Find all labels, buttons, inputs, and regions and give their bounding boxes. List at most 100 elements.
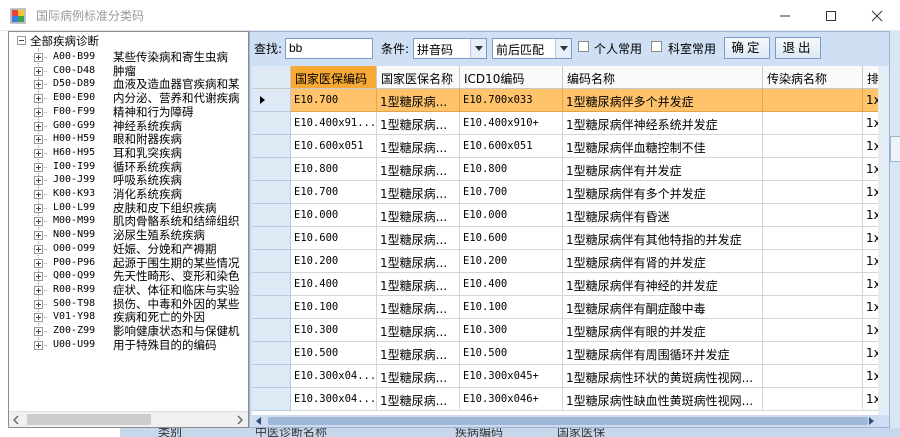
column-header[interactable]: 编码名称 bbox=[563, 66, 763, 89]
table-cell[interactable]: E10.300x045+ bbox=[460, 365, 563, 388]
table-cell[interactable]: E10.400 bbox=[460, 273, 563, 296]
table-cell[interactable] bbox=[763, 273, 863, 296]
chevron-down-icon[interactable] bbox=[470, 39, 486, 58]
table-cell[interactable]: 1型糖尿病伴有酮症酸中毒 bbox=[563, 296, 763, 319]
row-header[interactable] bbox=[252, 135, 291, 158]
tree-item[interactable]: D50-D89 血液及造血器官疾病和某 bbox=[9, 77, 248, 91]
match-mode-select[interactable]: 前后匹配 bbox=[492, 38, 572, 59]
tree-item[interactable]: H60-H95 耳和乳突疾病 bbox=[9, 146, 248, 160]
department-favorite-label[interactable]: 科室常用 bbox=[668, 40, 716, 57]
table-cell[interactable]: 1型糖尿病伴有肾的并发症 bbox=[563, 250, 763, 273]
tree-item[interactable]: Z00-Z99 影响健康状态和与保健机 bbox=[9, 324, 248, 338]
tree-item[interactable]: J00-J99 呼吸系统疾病 bbox=[9, 173, 248, 187]
table-cell[interactable]: 1x bbox=[863, 365, 878, 388]
row-header[interactable] bbox=[252, 365, 291, 388]
table-cell[interactable]: 1型糖尿病... bbox=[377, 89, 460, 112]
row-header[interactable] bbox=[252, 181, 291, 204]
tree-horizontal-scrollbar[interactable] bbox=[9, 411, 248, 427]
personal-favorite-label[interactable]: 个人常用 bbox=[594, 40, 642, 57]
tree-item[interactable]: R00-R99 症状、体征和临床与实验 bbox=[9, 283, 248, 297]
table-cell[interactable]: 1型糖尿病伴神经系统并发症 bbox=[563, 112, 763, 135]
expand-icon[interactable] bbox=[34, 272, 43, 282]
table-row[interactable]: E10.400x91... 1型糖尿病... E10.400x910+ 1型糖尿病伴神… bbox=[252, 112, 878, 135]
table-row[interactable]: E10.300x04... 1型糖尿病... E10.300x046+ 1型糖尿病性缺… bbox=[252, 388, 878, 411]
table-cell[interactable]: 1型糖尿病... bbox=[377, 388, 460, 411]
scroll-left-arrow[interactable] bbox=[9, 412, 25, 427]
column-header[interactable]: 国家医保名称 bbox=[377, 66, 460, 89]
row-header[interactable] bbox=[252, 319, 291, 342]
tree-item[interactable]: O00-O99 妊娠、分娩和产褥期 bbox=[9, 242, 248, 256]
close-button[interactable] bbox=[854, 0, 900, 31]
tree-item[interactable]: N00-N99 泌尿生殖系统疾病 bbox=[9, 228, 248, 242]
table-cell[interactable]: E10.000 bbox=[291, 204, 377, 227]
table-cell[interactable]: 1型糖尿病... bbox=[377, 181, 460, 204]
tree-item[interactable]: K00-K93 消化系统疾病 bbox=[9, 187, 248, 201]
expand-icon[interactable] bbox=[34, 176, 43, 186]
table-row[interactable]: E10.7001型糖尿病...E10.700x0331型糖尿病伴多个并发症 1x bbox=[252, 89, 878, 112]
table-cell[interactable]: 1型糖尿病... bbox=[377, 158, 460, 181]
table-cell[interactable] bbox=[763, 112, 863, 135]
table-cell[interactable]: E10.600x051 bbox=[291, 135, 377, 158]
table-cell[interactable] bbox=[763, 227, 863, 250]
scroll-thumb[interactable] bbox=[27, 414, 151, 425]
column-header[interactable]: ICD10编码 bbox=[460, 66, 563, 89]
table-row[interactable]: E10.1001型糖尿病...E10.1001型糖尿病伴有酮症酸中毒1x bbox=[252, 296, 878, 319]
table-cell[interactable]: E10.600x051 bbox=[460, 135, 563, 158]
table-cell[interactable]: E10.700 bbox=[291, 89, 377, 112]
table-cell[interactable]: 1型糖尿病... bbox=[377, 227, 460, 250]
row-header[interactable] bbox=[252, 89, 291, 112]
row-header[interactable] bbox=[252, 204, 291, 227]
grid-vertical-scrollbar[interactable] bbox=[878, 66, 889, 415]
table-cell[interactable]: 1型糖尿病... bbox=[377, 204, 460, 227]
table-cell[interactable]: E10.600 bbox=[460, 227, 563, 250]
table-cell[interactable]: 1x bbox=[863, 250, 878, 273]
expand-icon[interactable] bbox=[34, 231, 43, 241]
table-cell[interactable]: 1型糖尿病伴有神经的并发症 bbox=[563, 273, 763, 296]
grid-horizontal-scrollbar[interactable] bbox=[252, 415, 878, 427]
condition-select[interactable]: 拼音码 bbox=[413, 38, 487, 59]
table-cell[interactable]: E10.800 bbox=[460, 158, 563, 181]
table-cell[interactable]: 1型糖尿病伴有昏迷 bbox=[563, 204, 763, 227]
table-cell[interactable]: 1x bbox=[863, 89, 878, 112]
table-row[interactable]: E10.600x051 1型糖尿病... E10.600x051 1型糖尿病伴血糖控制… bbox=[252, 135, 878, 158]
table-cell[interactable]: E10.100 bbox=[460, 296, 563, 319]
table-cell[interactable]: 1x bbox=[863, 204, 878, 227]
row-header[interactable] bbox=[252, 227, 291, 250]
table-cell[interactable]: E10.700 bbox=[291, 181, 377, 204]
table-cell[interactable] bbox=[763, 365, 863, 388]
table-cell[interactable]: 1型糖尿病... bbox=[377, 112, 460, 135]
expand-icon[interactable] bbox=[34, 340, 43, 350]
table-cell[interactable]: 1型糖尿病... bbox=[377, 365, 460, 388]
table-cell[interactable]: 1型糖尿病伴有多个并发症 bbox=[563, 181, 763, 204]
table-cell[interactable]: E10.100 bbox=[291, 296, 377, 319]
table-cell[interactable]: 1x bbox=[863, 319, 878, 342]
scroll-right-arrow[interactable] bbox=[232, 412, 248, 427]
table-cell[interactable] bbox=[763, 181, 863, 204]
tree-item[interactable]: U00-U99 用于特殊目的的编码 bbox=[9, 338, 248, 352]
table-cell[interactable] bbox=[763, 135, 863, 158]
table-cell[interactable]: E10.300 bbox=[291, 319, 377, 342]
column-header[interactable]: 国家医保编码 bbox=[291, 66, 377, 89]
column-header[interactable]: 传染病名称 bbox=[763, 66, 863, 89]
expand-icon[interactable] bbox=[34, 244, 43, 254]
table-cell[interactable]: 1型糖尿病... bbox=[377, 135, 460, 158]
expand-icon[interactable] bbox=[34, 313, 43, 323]
table-cell[interactable]: 1x bbox=[863, 227, 878, 250]
row-header[interactable] bbox=[252, 296, 291, 319]
table-cell[interactable]: E10.300x04... bbox=[291, 365, 377, 388]
table-cell[interactable]: 1x bbox=[863, 112, 878, 135]
table-cell[interactable] bbox=[763, 89, 863, 112]
tree-item[interactable]: I00-I99 循环系统疾病 bbox=[9, 160, 248, 174]
table-cell[interactable] bbox=[763, 158, 863, 181]
expand-icon[interactable] bbox=[34, 135, 43, 145]
table-cell[interactable]: 1型糖尿病伴有周围循环并发症 bbox=[563, 342, 763, 365]
table-cell[interactable]: E10.200 bbox=[460, 250, 563, 273]
confirm-button[interactable]: 确定 bbox=[724, 37, 770, 59]
table-cell[interactable] bbox=[763, 388, 863, 411]
table-cell[interactable]: 1x bbox=[863, 135, 878, 158]
table-cell[interactable]: E10.600 bbox=[291, 227, 377, 250]
table-row[interactable]: E10.4001型糖尿病...E10.4001型糖尿病伴有神经的并发症1x bbox=[252, 273, 878, 296]
department-favorite-checkbox[interactable] bbox=[651, 41, 662, 52]
table-cell[interactable]: 1x bbox=[863, 388, 878, 411]
disease-category-tree[interactable]: 全部疾病诊断 A00-B99 某些传染病和寄生虫病 C00-D48 肿瘤 D50-D89… bbox=[8, 31, 249, 428]
